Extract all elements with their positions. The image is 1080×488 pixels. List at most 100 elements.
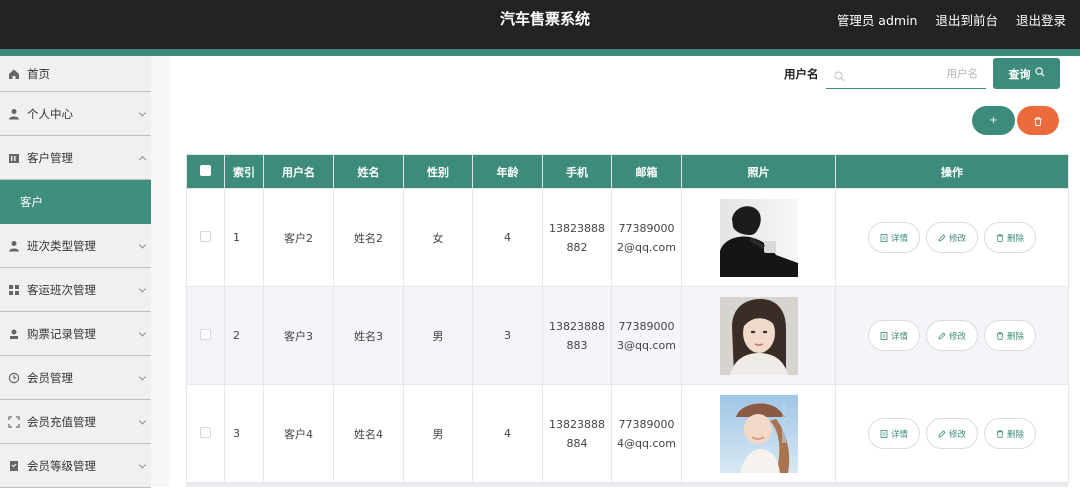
sidebar-item-home[interactable]: 首页 xyxy=(0,56,151,92)
user-icon xyxy=(8,240,20,252)
add-button[interactable]: + xyxy=(972,106,1015,135)
sidebar-item-label: 购票记录管理 xyxy=(27,326,96,341)
cell-username: 客户4 xyxy=(263,384,334,483)
delete-button[interactable]: 删除 xyxy=(984,418,1036,449)
sidebar-item-customer[interactable]: 客户 xyxy=(0,180,151,224)
edit-button[interactable]: 修改 xyxy=(926,320,978,351)
admin-label: 管理员 admin xyxy=(836,13,918,28)
table-row: 1 客户2 姓名2 女 4 13823888 882 77389000 2@qq.c… xyxy=(186,188,1069,287)
sidebar-item-personal-center[interactable]: 个人中心 xyxy=(0,92,151,136)
cell-actions: 详情 修改 删除 xyxy=(835,384,1069,483)
search-icon xyxy=(834,67,845,86)
chevron-down-icon xyxy=(138,328,147,337)
email-part: 77389000 xyxy=(618,319,675,333)
badge-icon xyxy=(8,460,20,472)
edit-button-label: 修改 xyxy=(948,331,966,342)
customer-icon xyxy=(8,152,20,164)
column-header: 年龄 xyxy=(472,154,543,189)
detail-button-label: 详情 xyxy=(890,331,908,342)
grid-icon xyxy=(8,284,20,296)
sidebar-item-label: 个人中心 xyxy=(27,106,73,121)
top-bar: 汽车售票系统 管理员 admin 退出到前台 退出登录 xyxy=(0,0,1080,49)
customer-table: 索引 用户名 姓名 性别 年龄 手机 邮箱 照片 操作 1 客户2 姓名2 女 … xyxy=(186,154,1069,483)
row-checkbox[interactable] xyxy=(200,230,211,242)
phone-part: 882 xyxy=(566,240,588,254)
sidebar-item-member-management[interactable]: 会员管理 xyxy=(0,356,151,400)
detail-button[interactable]: 详情 xyxy=(868,418,920,449)
cell-photo xyxy=(681,286,836,385)
sidebar-item-label: 首页 xyxy=(27,66,50,81)
column-header: 操作 xyxy=(835,154,1069,189)
edit-button-label: 修改 xyxy=(948,233,966,244)
top-links: 管理员 admin 退出到前台 退出登录 xyxy=(837,10,1066,29)
document-icon xyxy=(880,331,888,340)
logout-link[interactable]: 退出登录 xyxy=(1016,10,1066,29)
edit-button-label: 修改 xyxy=(948,429,966,440)
detail-button[interactable]: 详情 xyxy=(868,222,920,253)
delete-button-label: 删除 xyxy=(1006,429,1024,440)
chevron-up-icon xyxy=(138,155,147,163)
trash-icon xyxy=(996,233,1004,242)
detail-button-label: 详情 xyxy=(890,429,908,440)
sidebar-item-customer-management[interactable]: 客户管理 xyxy=(0,136,151,180)
man-in-black-photo[interactable] xyxy=(719,198,798,277)
woman-with-cap-photo[interactable] xyxy=(719,394,798,473)
cell-name: 姓名4 xyxy=(333,384,404,483)
pencil-icon xyxy=(938,233,946,242)
query-button[interactable]: 查询 xyxy=(993,58,1060,89)
sidebar-item-shift-type-management[interactable]: 班次类型管理 xyxy=(0,224,151,268)
header-accent-stripe xyxy=(0,49,1080,56)
row-checkbox[interactable] xyxy=(200,328,211,340)
select-all-checkbox[interactable] xyxy=(200,164,211,176)
woman-portrait-photo[interactable] xyxy=(719,296,798,375)
sidebar-item-ticket-record-management[interactable]: 购票记录管理 xyxy=(0,312,151,356)
cell-photo xyxy=(681,188,836,287)
column-header: 性别 xyxy=(403,154,473,189)
sidebar-item-member-recharge-management[interactable]: 会员充值管理 xyxy=(0,400,151,444)
document-icon xyxy=(880,233,888,242)
sidebar-item-label: 会员等级管理 xyxy=(27,458,96,473)
cell-index: 1 xyxy=(224,188,264,287)
edit-button[interactable]: 修改 xyxy=(926,222,978,253)
cell-photo xyxy=(681,384,836,483)
sidebar-item-label: 客户 xyxy=(20,195,43,209)
row-checkbox[interactable] xyxy=(200,426,211,438)
cell-age: 4 xyxy=(472,188,543,287)
cell-actions: 详情 修改 删除 xyxy=(835,188,1069,287)
column-header: 邮箱 xyxy=(611,154,682,189)
phone-part: 884 xyxy=(566,436,588,450)
trash-icon xyxy=(996,331,1004,340)
cell-gender: 男 xyxy=(403,384,473,483)
sidebar-item-member-level-management[interactable]: 会员等级管理 xyxy=(0,444,151,488)
sidebar-item-passenger-shift-management[interactable]: 客运班次管理 xyxy=(0,268,151,312)
document-icon xyxy=(880,429,888,438)
cell-email: 77389000 4@qq.com xyxy=(611,384,682,483)
table-row: 2 客户3 姓名3 男 3 13823888 883 77389000 3@qq.c… xyxy=(186,286,1069,385)
chevron-down-icon xyxy=(138,416,147,425)
search-input[interactable] xyxy=(848,63,978,85)
cell-email: 77389000 3@qq.com xyxy=(611,286,682,385)
chevron-down-icon xyxy=(138,372,147,381)
delete-button-label: 删除 xyxy=(1006,331,1024,342)
email-part: 4@qq.com xyxy=(617,436,676,450)
cell-index: 3 xyxy=(224,384,264,483)
column-header: 用户名 xyxy=(263,154,334,189)
select-all-header xyxy=(186,154,225,189)
cell-name: 姓名2 xyxy=(333,188,404,287)
delete-button[interactable]: 删除 xyxy=(984,222,1036,253)
phone-part: 883 xyxy=(566,338,588,352)
detail-button[interactable]: 详情 xyxy=(868,320,920,351)
exit-to-frontend-link[interactable]: 退出到前台 xyxy=(935,10,998,29)
add-button-label: + xyxy=(989,115,998,126)
delete-button[interactable]: 删除 xyxy=(984,320,1036,351)
pencil-icon xyxy=(938,429,946,438)
ticket-icon xyxy=(8,328,20,340)
batch-delete-button[interactable] xyxy=(1017,106,1059,135)
trash-icon xyxy=(1034,111,1042,130)
edit-button[interactable]: 修改 xyxy=(926,418,978,449)
table-row: 3 客户4 姓名4 男 4 13823888 884 77389000 4@qq.c… xyxy=(186,384,1069,483)
chevron-down-icon xyxy=(138,284,147,293)
clock-icon xyxy=(8,372,20,384)
delete-button-label: 删除 xyxy=(1006,233,1024,244)
sidebar-gutter xyxy=(151,56,170,487)
